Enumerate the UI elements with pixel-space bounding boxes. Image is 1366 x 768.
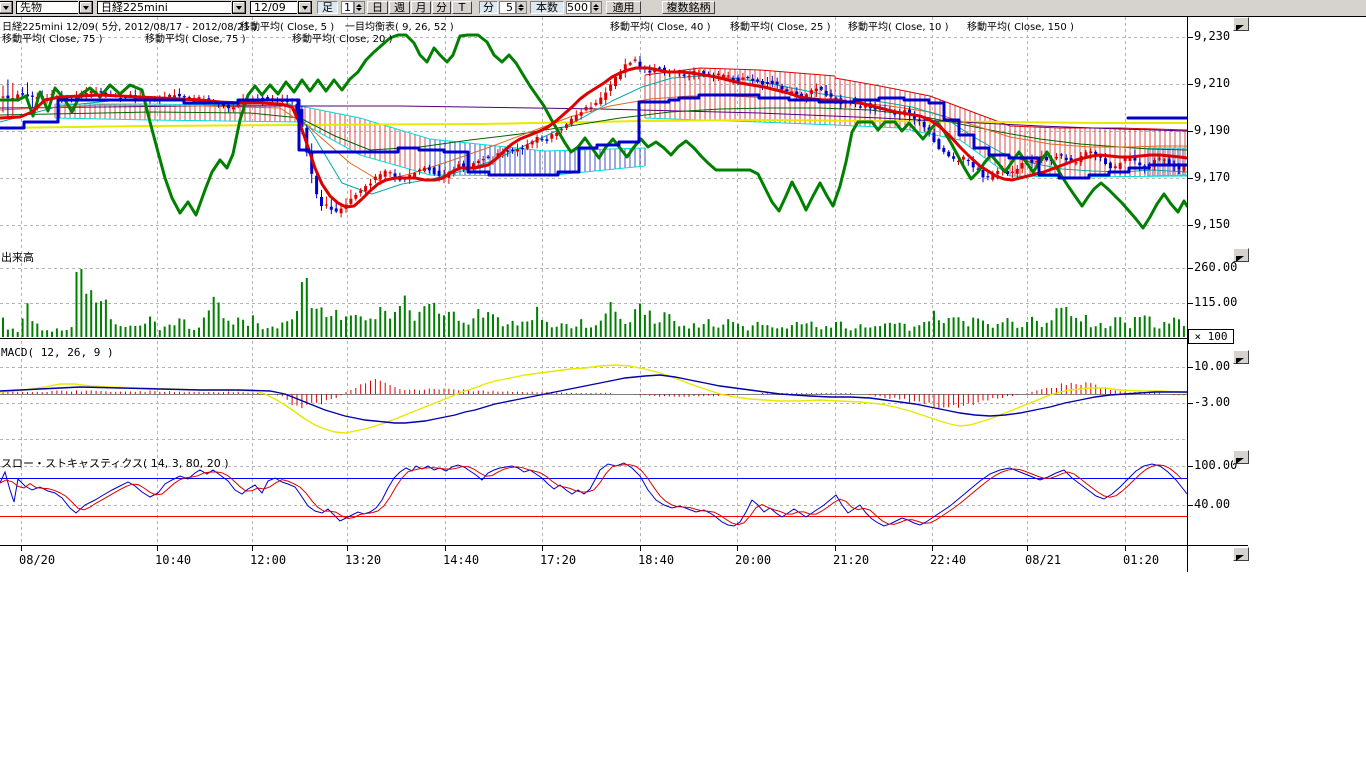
period-tick-button[interactable]: T	[452, 1, 472, 14]
chart-canvas[interactable]	[0, 0, 1366, 768]
chevron-down-icon[interactable]	[79, 1, 93, 14]
bars-count-spinner[interactable]: 500	[566, 1, 602, 14]
bars-button[interactable]: 本数	[530, 1, 564, 14]
spinner-arrows-icon[interactable]	[516, 1, 527, 14]
unit-button[interactable]: 分	[479, 1, 498, 14]
period-month-button[interactable]: 月	[411, 1, 431, 14]
ashi-count-spinner[interactable]: 1	[341, 1, 365, 14]
chevron-down-icon[interactable]	[232, 1, 246, 14]
ashi-count-value[interactable]: 1	[341, 1, 354, 14]
panel-resize-button[interactable]	[1233, 17, 1249, 31]
chevron-down-icon[interactable]	[0, 1, 13, 14]
period-day-button[interactable]: 日	[367, 1, 388, 14]
spinner-arrows-icon[interactable]	[591, 1, 602, 14]
market-select-value: 先物	[16, 1, 78, 14]
ashi-button[interactable]: 足	[317, 1, 338, 14]
bars-count-value[interactable]: 500	[566, 1, 591, 14]
unit-value-spinner[interactable]: 5	[499, 1, 527, 14]
unit-value[interactable]: 5	[499, 1, 516, 14]
symbol-select[interactable]: 日経225mini	[97, 1, 246, 14]
resize-triangle-icon	[1236, 458, 1244, 464]
period-week-button[interactable]: 週	[389, 1, 410, 14]
macd-panel-label: MACD( 12, 26, 9 )	[1, 346, 114, 359]
market-select[interactable]: 先物	[16, 1, 93, 14]
period-minute-button[interactable]: 分	[432, 1, 451, 14]
spinner-arrows-icon[interactable]	[354, 1, 365, 14]
panel-resize-button[interactable]	[1233, 248, 1249, 262]
volume-multiplier-badge: × 100	[1188, 329, 1234, 344]
chevron-down-icon[interactable]	[298, 1, 312, 14]
panel-resize-button[interactable]	[1233, 450, 1249, 464]
combo-stub[interactable]	[0, 1, 13, 14]
toolbar: 先物 日経225mini 12/09 足 1 日 週 月 分 T 分 5 本数 …	[0, 0, 1366, 17]
stochastics-panel-label: スロー・ストキャスティクス( 14, 3, 80, 20 )	[1, 455, 229, 471]
panel-resize-button[interactable]	[1233, 350, 1249, 364]
resize-triangle-icon	[1236, 555, 1244, 561]
symbol-select-value: 日経225mini	[97, 1, 231, 14]
multi-symbol-button[interactable]: 複数銘柄	[662, 1, 715, 14]
panel-resize-button[interactable]	[1233, 547, 1249, 561]
contract-select-value: 12/09	[250, 1, 297, 14]
trading-chart-app: { "toolbar":{ "combos":[{"value":"先物"},{…	[0, 0, 1366, 768]
resize-triangle-icon	[1236, 358, 1244, 364]
resize-triangle-icon	[1236, 25, 1244, 31]
apply-button[interactable]: 適用	[606, 1, 641, 14]
resize-triangle-icon	[1236, 256, 1244, 262]
volume-panel-label: 出来高	[1, 249, 34, 265]
contract-select[interactable]: 12/09	[250, 1, 312, 14]
